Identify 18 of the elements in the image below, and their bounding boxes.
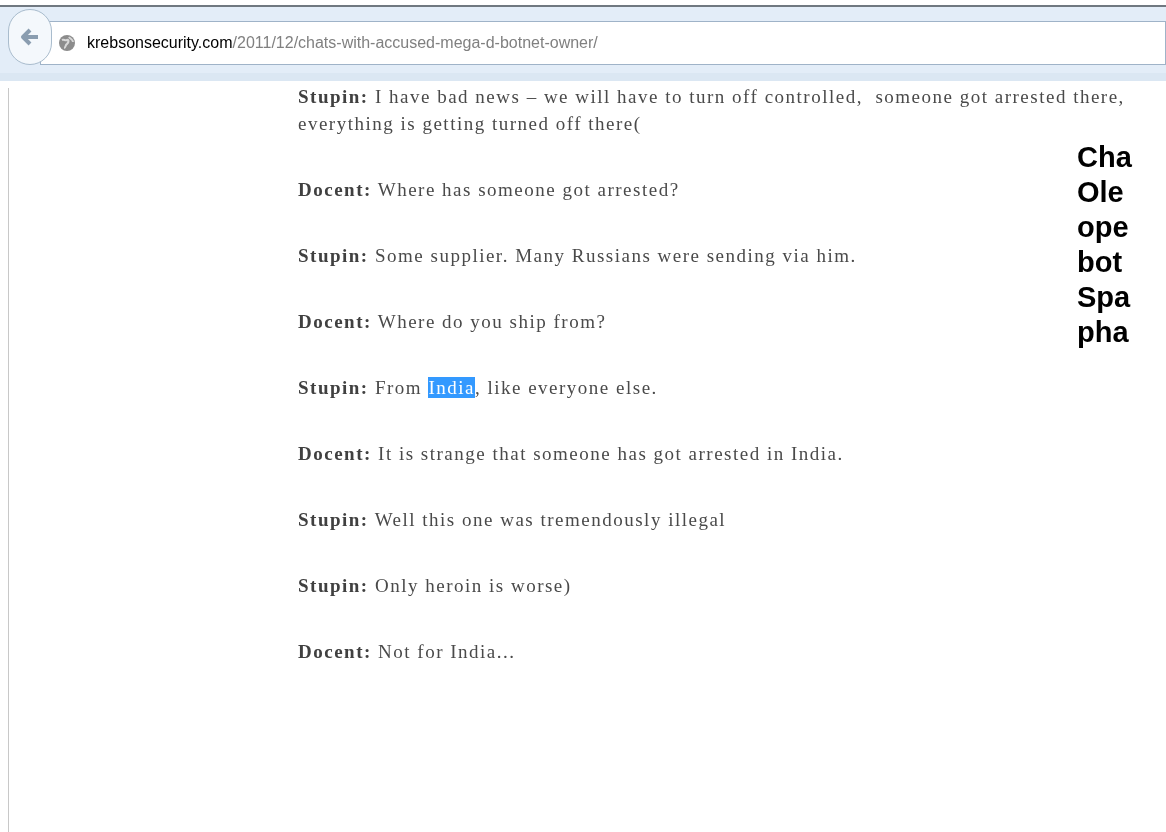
caption-line: pha (1077, 315, 1130, 350)
caption-line: Spa (1077, 280, 1132, 315)
caption-line: ope (1077, 210, 1130, 245)
caption-line: Ole (1077, 175, 1125, 210)
chat-message: Stupin: Some supplier. Many Russians were sending via him. (298, 244, 857, 268)
chat-message: Docent: Where has someone got arrested? (298, 178, 680, 202)
caption-line: bot (1077, 245, 1124, 280)
back-button[interactable] (8, 9, 52, 65)
chat-message: Docent: Where do you ship from? (298, 310, 607, 334)
back-arrow-icon (19, 26, 41, 48)
chat-message: Stupin: I have bad news – we will have to turn off controlled, someone got arrested there, everything is getting turned off there( (298, 85, 1126, 136)
address-field[interactable]: krebsonsecurity.com/2011/12/chats-with-accused-mega-d-botnet-owner/ (40, 21, 1166, 65)
caption-line: Cha (1077, 140, 1132, 175)
chat-message: Docent: It is strange that someone has got arrested in India. (298, 442, 844, 466)
chat-message: Stupin: Well this one was tremendously illegal (298, 508, 727, 532)
chat-message: Docent: Not for India... (298, 640, 516, 664)
chat-message: Stupin: From India, like everyone else. (298, 376, 658, 400)
chat-message: Stupin: Only heroin is worse) (298, 574, 572, 598)
